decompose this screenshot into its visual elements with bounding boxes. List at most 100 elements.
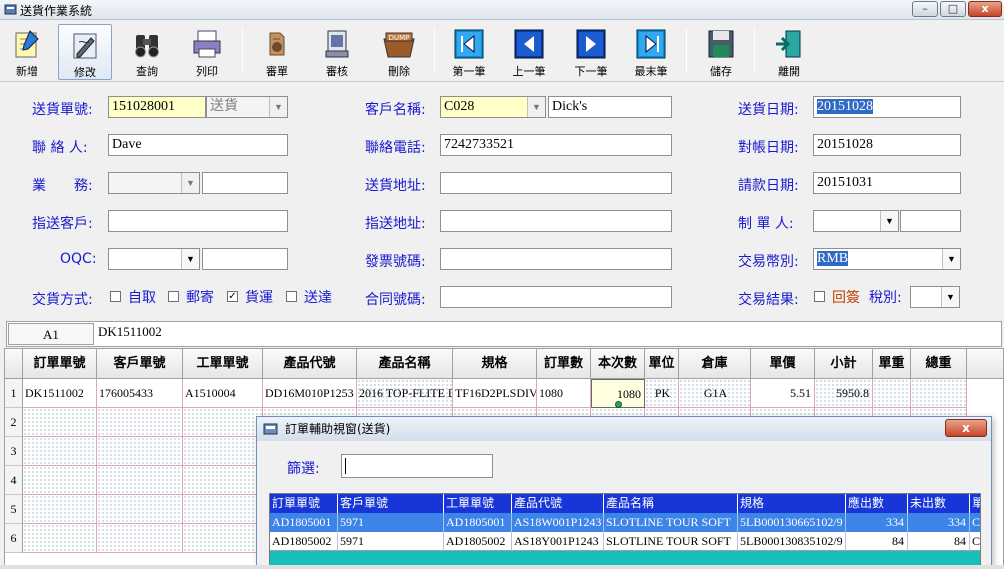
query-button[interactable]: 查詢 [120, 24, 174, 80]
close-window-button[interactable]: x [968, 1, 1002, 17]
chevron-down-icon[interactable]: ▼ [181, 173, 199, 193]
cell-unit-price[interactable]: 5.51 [751, 379, 815, 408]
cell-order-qty[interactable]: 1080 [537, 379, 591, 408]
cell-product-name[interactable]: 2016 TOP-FLITE D [357, 379, 453, 408]
column-header-total-weight[interactable]: 總重 [911, 349, 967, 379]
delivery-type-select[interactable]: 送貨 ▼ [206, 96, 288, 118]
popup-header-due-qty[interactable]: 應出數 [846, 494, 908, 513]
row-number[interactable]: 4 [5, 466, 23, 495]
designated-address-field[interactable] [440, 210, 672, 232]
cell-work-order-no[interactable] [183, 437, 263, 466]
popup-header-customer-order-no[interactable]: 客戶單號 [338, 494, 444, 513]
delivery-no-field[interactable]: 151028001 [108, 96, 206, 118]
delete-button[interactable]: DUMP 刪除 [372, 24, 426, 80]
column-header-work-order-no[interactable]: 工單單號 [183, 349, 263, 379]
maker-name-field[interactable] [900, 210, 961, 232]
add-button[interactable]: 新增 [0, 24, 54, 80]
column-header-subtotal[interactable]: 小計 [815, 349, 873, 379]
approve-button[interactable]: 審核 [310, 24, 364, 80]
maximize-button[interactable]: □ [940, 1, 966, 17]
popup-cell-due-qty[interactable]: 84 [846, 532, 908, 551]
oqc-select[interactable]: ▼ [108, 248, 200, 270]
chevron-down-icon[interactable]: ▼ [181, 249, 199, 269]
cell-customer-order-no[interactable] [97, 495, 183, 524]
signed-back-checkbox[interactable] [814, 291, 825, 302]
cell-order-no[interactable] [23, 437, 97, 466]
column-header-current-qty[interactable]: 本次數 [591, 349, 645, 379]
designated-customer-field[interactable] [108, 210, 288, 232]
popup-cell-customer-order-no[interactable]: 5971 [338, 513, 444, 532]
contact-field[interactable]: Dave [108, 134, 288, 156]
cell-order-no[interactable] [23, 524, 97, 553]
row-number[interactable]: 5 [5, 495, 23, 524]
sales-name-field[interactable] [202, 172, 288, 194]
popup-header-spec[interactable]: 規格 [738, 494, 846, 513]
dialog-close-button[interactable]: x [945, 419, 987, 437]
cell-work-order-no[interactable] [183, 524, 263, 553]
exit-button[interactable]: 離開 [762, 24, 816, 80]
chevron-down-icon[interactable]: ▼ [942, 249, 960, 269]
cell-customer-order-no[interactable] [97, 408, 183, 437]
cell-product-code[interactable]: DD16M010P1253 [263, 379, 357, 408]
phone-field[interactable]: 7242733521 [440, 134, 672, 156]
popup-cell-order-no[interactable]: AD1805002 [270, 532, 338, 551]
column-header-unit-price[interactable]: 單價 [751, 349, 815, 379]
cell-subtotal[interactable]: 5950.8 [815, 379, 873, 408]
cell-order-no[interactable]: DK1511002 [23, 379, 97, 408]
popup-header-work-order-no[interactable]: 工單單號 [444, 494, 512, 513]
popup-header-product-name[interactable]: 產品名稱 [604, 494, 738, 513]
order-helper-grid[interactable]: 訂單單號客戶單號工單單號產品代號產品名稱規格應出數未出數單 AD180500159… [269, 493, 981, 569]
shipping-pickup-checkbox[interactable] [110, 291, 121, 302]
cell-total-weight[interactable] [911, 379, 967, 408]
popup-header-order-no[interactable]: 訂單單號 [270, 494, 338, 513]
row-number[interactable]: 2 [5, 408, 23, 437]
row-number[interactable]: 3 [5, 437, 23, 466]
cell-value-input[interactable]: DK1511002 [96, 323, 1000, 345]
popup-cell-work-order-no[interactable]: AD1805002 [444, 532, 512, 551]
cell-work-order-no[interactable] [183, 408, 263, 437]
column-header-warehouse[interactable]: 倉庫 [679, 349, 751, 379]
cell-warehouse[interactable]: G1A [679, 379, 751, 408]
cell-customer-order-no[interactable]: 176005433 [97, 379, 183, 408]
chevron-down-icon[interactable]: ▼ [941, 287, 959, 307]
previous-record-button[interactable]: 上一筆 [502, 24, 556, 80]
invoice-no-field[interactable] [440, 248, 672, 270]
column-header-unit[interactable]: 單位 [645, 349, 679, 379]
reconcile-date-field[interactable]: 20151028 [813, 134, 961, 156]
next-record-button[interactable]: 下一筆 [564, 24, 618, 80]
cell-customer-order-no[interactable] [97, 437, 183, 466]
row-number[interactable]: 6 [5, 524, 23, 553]
chevron-down-icon[interactable]: ▼ [269, 97, 287, 117]
column-header-product-code[interactable]: 產品代號 [263, 349, 357, 379]
column-header-product-name[interactable]: 產品名稱 [357, 349, 453, 379]
cell-order-no[interactable] [23, 408, 97, 437]
contract-no-field[interactable] [440, 286, 672, 308]
first-record-button[interactable]: 第一筆 [442, 24, 496, 80]
column-header-order-qty[interactable]: 訂單數 [537, 349, 591, 379]
shipping-mail-checkbox[interactable] [168, 291, 179, 302]
cell-resize-handle[interactable] [615, 401, 622, 408]
popup-header-outstanding-qty[interactable]: 未出數 [908, 494, 970, 513]
popup-header-product-code[interactable]: 產品代號 [512, 494, 604, 513]
maker-select[interactable]: ▼ [813, 210, 899, 232]
sales-select[interactable]: ▼ [108, 172, 200, 194]
customer-name-field[interactable]: Dick's [548, 96, 672, 118]
column-header-customer-order-no[interactable]: 客戶單號 [97, 349, 183, 379]
popup-header-unit[interactable]: 單 [970, 494, 980, 513]
billing-date-field[interactable]: 20151031 [813, 172, 961, 194]
column-header-order-no[interactable]: 訂單單號 [23, 349, 97, 379]
cell-order-no[interactable] [23, 495, 97, 524]
chevron-down-icon[interactable]: ▼ [880, 211, 898, 231]
popup-cell-spec[interactable]: 5LB000130835102/9 [738, 532, 846, 551]
shipping-delivered-checkbox[interactable] [286, 291, 297, 302]
popup-cell-outstanding-qty[interactable]: 84 [908, 532, 970, 551]
cell-work-order-no[interactable] [183, 466, 263, 495]
popup-cell-product-code[interactable]: AS18Y001P1243 [512, 532, 604, 551]
popup-cell-due-qty[interactable]: 334 [846, 513, 908, 532]
popup-cell-product-name[interactable]: SLOTLINE TOUR SOFT [604, 513, 738, 532]
currency-select[interactable]: RMB ▼ [813, 248, 961, 270]
cell-work-order-no[interactable]: A1510004 [183, 379, 263, 408]
oqc-name-field[interactable] [202, 248, 288, 270]
customer-code-select[interactable]: C028 ▼ [440, 96, 546, 118]
address-field[interactable] [440, 172, 672, 194]
